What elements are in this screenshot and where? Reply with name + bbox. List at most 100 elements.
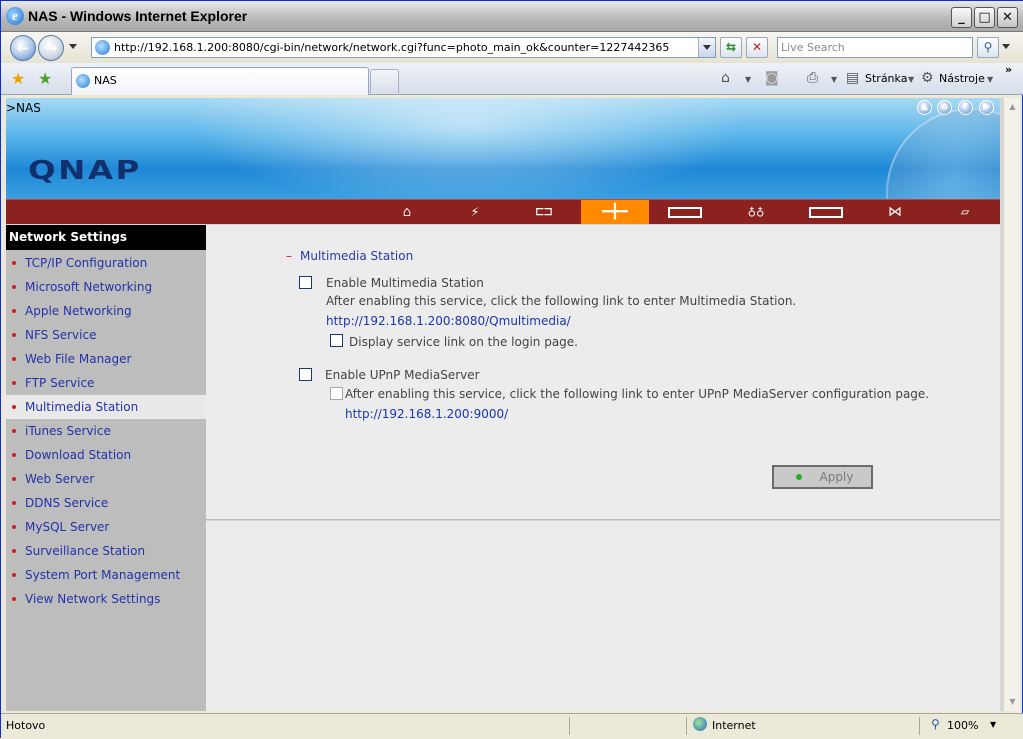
login-link-checkbox[interactable]: [330, 334, 343, 347]
sidebar-item-view-network-settings[interactable]: View Network Settings: [6, 587, 206, 611]
enable-upnp-label: Enable UPnP MediaServer: [325, 368, 480, 382]
home-dropdown-icon[interactable]: ▼: [745, 75, 751, 84]
enable-multimedia-checkbox[interactable]: [299, 276, 312, 289]
section-title: Multimedia Station: [300, 249, 414, 263]
status-bar: Hotovo Internet ⚲ 100% ▼: [1, 713, 1023, 739]
page-menu-icon[interactable]: ▤: [846, 70, 859, 86]
tab-label: NAS: [94, 74, 117, 87]
sidebar-item-web-file-manager[interactable]: Web File Manager: [6, 347, 206, 371]
page-icon: [76, 74, 90, 88]
upnp-hint: After enabling this service, click the f…: [345, 387, 930, 401]
tab-nas[interactable]: NAS: [71, 67, 369, 95]
tools-menu-label[interactable]: Nástroje: [939, 72, 985, 85]
upnp-link-checkbox[interactable]: [330, 387, 343, 400]
sidebar-item-system-port[interactable]: System Port Management: [6, 563, 206, 587]
title-bar: e NAS - Windows Internet Explorer _ □ ✕: [1, 1, 1023, 32]
banner-globe: [886, 108, 1000, 199]
sidebar-item-ddns[interactable]: DDNS Service: [6, 491, 206, 515]
menu-tools-icon[interactable]: ⊏⊐: [510, 200, 578, 224]
qnap-logo: QNAP: [28, 156, 142, 186]
settings-panel: – Multimedia Station Enable Multimedia S…: [206, 225, 1000, 520]
page-dropdown-icon[interactable]: ▼: [908, 75, 914, 84]
menu-users-icon[interactable]: ♁♁: [722, 200, 790, 224]
sidebar-item-nfs[interactable]: NFS Service: [6, 323, 206, 347]
apply-button[interactable]: Apply: [772, 465, 873, 489]
status-text: Hotovo: [6, 719, 46, 732]
favorites-star-icon[interactable]: ★: [11, 69, 25, 88]
ie-logo-icon: e: [6, 7, 24, 25]
enable-upnp-checkbox[interactable]: [299, 368, 312, 381]
content-blank-area: [206, 521, 1000, 711]
breadcrumb: >NAS: [6, 101, 41, 115]
home-icon[interactable]: ⌂: [937, 100, 952, 115]
menu-transfer-icon[interactable]: ⋈: [861, 200, 929, 224]
logout-icon[interactable]: ▶: [979, 100, 994, 115]
address-bar: ← → http://192.168.1.200:8080/cgi-bin/ne…: [1, 32, 1023, 63]
chevron-more-icon[interactable]: »: [1005, 63, 1012, 76]
home-icon[interactable]: ⌂: [721, 70, 730, 86]
gear-icon[interactable]: ⚙: [921, 70, 934, 86]
search-options-dropdown[interactable]: [1002, 44, 1010, 49]
sidebar-item-web-server[interactable]: Web Server: [6, 467, 206, 491]
refresh-button[interactable]: ⇆: [720, 37, 742, 58]
globe-icon: [693, 717, 707, 731]
print-dropdown-icon[interactable]: ▼: [831, 75, 837, 84]
close-button[interactable]: ✕: [997, 7, 1018, 28]
menu-folder-icon[interactable]: [792, 200, 860, 224]
search-input[interactable]: Live Search: [777, 37, 973, 58]
feeds-icon[interactable]: ◙: [765, 70, 779, 86]
sidebar-item-apple-networking[interactable]: Apple Networking: [6, 299, 206, 323]
scroll-up-icon[interactable]: ▲: [1005, 99, 1020, 114]
collapse-dash-icon[interactable]: –: [286, 249, 292, 263]
main-menu: ⌂ ⚡ ⊏⊐ ━╋━ ♁♁ ⋈ ▱: [6, 199, 1000, 224]
minimize-button[interactable]: _: [951, 7, 972, 28]
maximize-button[interactable]: □: [974, 7, 995, 28]
sidebar-item-surveillance[interactable]: Surveillance Station: [6, 539, 206, 563]
zone-label: Internet: [712, 719, 756, 732]
menu-disk-icon[interactable]: [651, 200, 719, 224]
recent-pages-dropdown[interactable]: [69, 44, 77, 49]
vertical-scrollbar[interactable]: ▲ ▼: [1003, 98, 1020, 711]
sidebar-item-tcpip[interactable]: TCP/IP Configuration: [6, 251, 206, 275]
multimedia-link[interactable]: http://192.168.1.200:8080/Qmultimedia/: [326, 314, 571, 328]
status-divider: [569, 717, 570, 735]
sidebar-item-microsoft-networking[interactable]: Microsoft Networking: [6, 275, 206, 299]
up-icon[interactable]: ▲: [917, 100, 932, 115]
tools-dropdown-icon[interactable]: ▼: [987, 75, 993, 84]
sidebar-item-mysql[interactable]: MySQL Server: [6, 515, 206, 539]
back-button[interactable]: ←: [10, 35, 36, 61]
menu-report-icon[interactable]: ▱: [931, 200, 999, 224]
sidebar-heading: Network Settings: [6, 225, 206, 250]
sidebar-item-multimedia-station[interactable]: Multimedia Station: [6, 395, 206, 419]
banner-glow: [186, 98, 746, 199]
upnp-link[interactable]: http://192.168.1.200:9000/: [345, 407, 508, 421]
menu-home-icon[interactable]: ⌂: [373, 200, 441, 224]
url-field[interactable]: http://192.168.1.200:8080/cgi-bin/networ…: [91, 37, 716, 58]
print-icon[interactable]: ⎙: [807, 70, 818, 86]
add-favorites-icon[interactable]: ★: [38, 69, 52, 88]
status-divider: [686, 717, 687, 735]
window-title: NAS - Windows Internet Explorer: [28, 8, 248, 24]
sidebar-item-itunes[interactable]: iTunes Service: [6, 419, 206, 443]
status-dot-icon: [796, 474, 802, 480]
apply-label: Apply: [819, 470, 854, 484]
help-icon[interactable]: ?: [958, 100, 973, 115]
menu-services-icon[interactable]: ━╋━: [581, 200, 649, 224]
zoom-icon[interactable]: ⚲: [931, 717, 940, 731]
tab-bar: ★ ★ NAS ⌂ ▼ ◙ ⎙ ▼ ▤ Stránka ▼ ⚙ Nástroje…: [1, 63, 1023, 95]
page-menu-label[interactable]: Stránka: [865, 72, 907, 85]
header-banner: >NAS QNAP ▲ ⌂ ? ▶: [6, 98, 1000, 199]
menu-network-icon[interactable]: ⚡: [441, 200, 509, 224]
scroll-down-icon[interactable]: ▼: [1005, 694, 1020, 709]
search-icon[interactable]: ⚲: [977, 37, 999, 58]
sidebar-item-ftp[interactable]: FTP Service: [6, 371, 206, 395]
sidebar-item-download-station[interactable]: Download Station: [6, 443, 206, 467]
zoom-level[interactable]: 100%: [947, 719, 978, 732]
page-icon: [95, 40, 110, 55]
new-tab-button[interactable]: [370, 69, 399, 93]
stop-button[interactable]: ✕: [746, 37, 768, 58]
url-dropdown-button[interactable]: [698, 38, 715, 57]
zoom-dropdown-icon[interactable]: ▼: [990, 720, 996, 729]
forward-button[interactable]: →: [38, 35, 64, 61]
login-link-label: Display service link on the login page.: [349, 335, 578, 349]
